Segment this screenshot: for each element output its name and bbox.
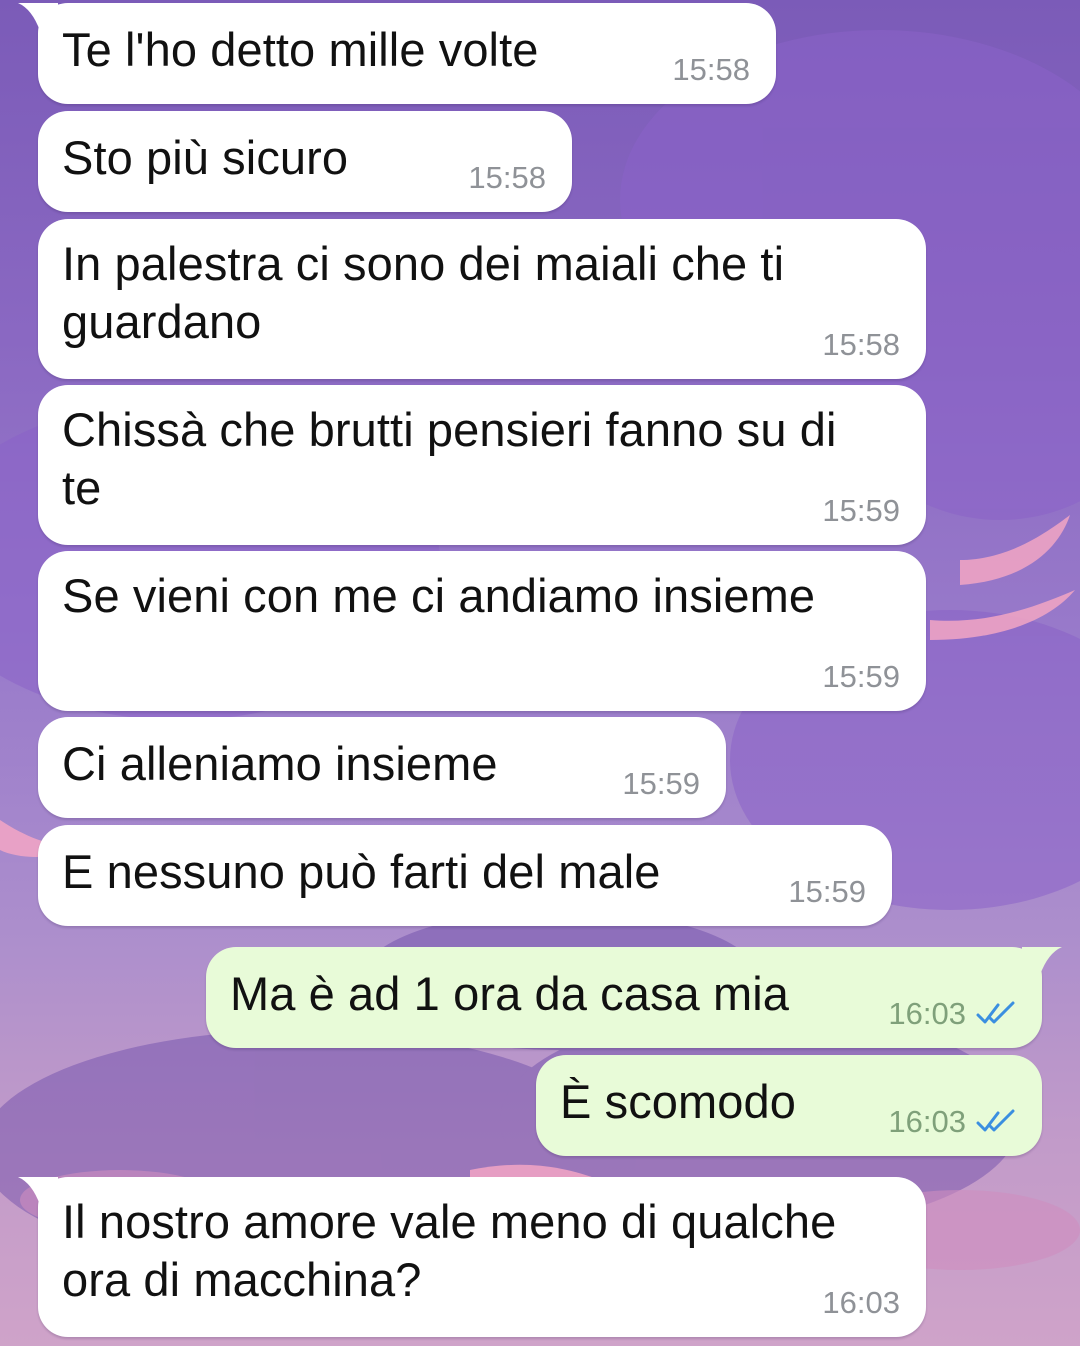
message-time: 16:03 — [888, 1104, 966, 1139]
message-bubble-incoming[interactable]: In palestra ci sono dei maiali che ti gu… — [38, 219, 926, 379]
bubble-tail — [1022, 947, 1062, 975]
message-text: Ci alleniamo insieme — [62, 737, 498, 790]
message-bubble-incoming[interactable]: Chissà che brutti pensieri fanno su di t… — [38, 385, 926, 545]
message-bubble-incoming[interactable]: Se vieni con me ci andiamo insieme 15:59 — [38, 551, 926, 711]
message-bubble-incoming[interactable]: Ci alleniamo insieme 15:59 — [38, 717, 726, 818]
message-bubble-incoming[interactable]: E nessuno può farti del male 15:59 — [38, 825, 892, 926]
message-time: 15:59 — [788, 874, 866, 909]
message-time: 15:58 — [822, 327, 900, 362]
message-meta: 16:03 — [888, 1104, 1016, 1140]
message-meta: 16:03 — [888, 996, 1016, 1032]
message-time: 16:03 — [888, 996, 966, 1031]
message-time: 15:58 — [672, 52, 750, 87]
bubble-tail — [18, 3, 58, 31]
bubble-tail — [18, 1177, 58, 1205]
message-text: Se vieni con me ci andiamo insieme — [62, 569, 816, 622]
message-time: 15:58 — [468, 160, 546, 195]
message-time: 15:59 — [822, 659, 900, 694]
message-time: 15:59 — [622, 766, 700, 801]
message-text: Il nostro amore vale meno di qualche ora… — [62, 1195, 837, 1306]
message-bubble-incoming[interactable]: Sto più sicuro 15:58 — [38, 111, 572, 212]
message-meta: 15:59 — [788, 874, 866, 910]
message-meta: 15:58 — [672, 52, 750, 88]
message-text: Te l'ho detto mille volte — [62, 23, 539, 76]
message-meta: 15:58 — [822, 327, 900, 363]
message-meta: 16:03 — [822, 1285, 900, 1321]
message-bubble-outgoing[interactable]: Ma è ad 1 ora da casa mia 16:03 — [206, 947, 1062, 1048]
message-bubble-outgoing[interactable]: È scomodo 16:03 — [536, 1055, 1042, 1156]
message-time: 16:03 — [822, 1285, 900, 1320]
message-list[interactable]: Te l'ho detto mille volte 15:58 Sto più … — [0, 0, 1080, 1346]
message-time: 15:59 — [822, 493, 900, 528]
message-meta: 15:58 — [468, 160, 546, 196]
message-meta: 15:59 — [822, 493, 900, 529]
message-bubble-incoming[interactable]: Te l'ho detto mille volte 15:58 — [18, 3, 776, 104]
message-text: E nessuno può farti del male — [62, 845, 661, 898]
message-meta: 15:59 — [822, 659, 900, 695]
message-text: In palestra ci sono dei maiali che ti gu… — [62, 237, 785, 348]
message-meta: 15:59 — [622, 766, 700, 802]
double-check-icon — [976, 1109, 1015, 1132]
double-check-icon — [976, 1001, 1015, 1024]
message-text: Chissà che brutti pensieri fanno su di t… — [62, 403, 837, 514]
message-bubble-incoming[interactable]: Il nostro amore vale meno di qualche ora… — [18, 1177, 926, 1337]
